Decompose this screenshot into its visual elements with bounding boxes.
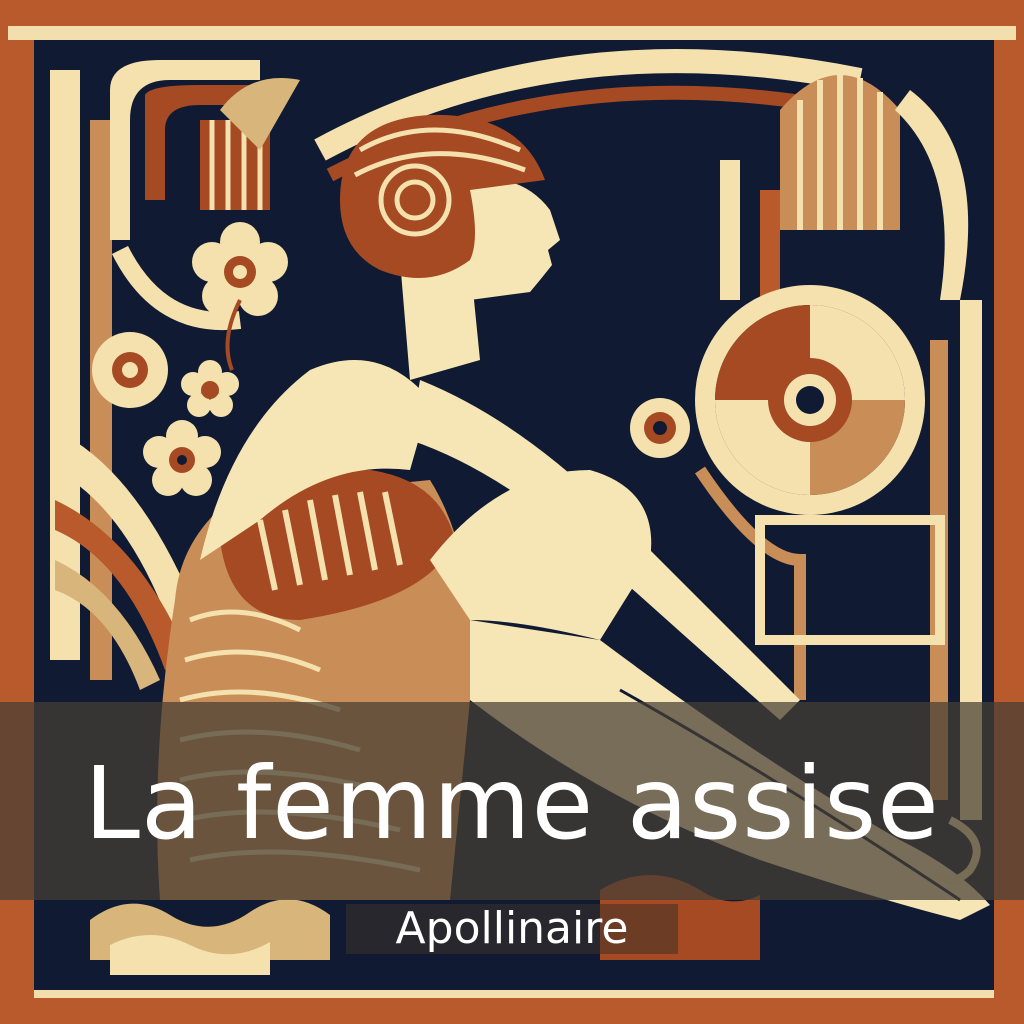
title-band: La femme assise (0, 702, 1024, 900)
author-name: Apollinaire (395, 903, 629, 954)
book-title: La femme assise (84, 745, 940, 862)
author-plate: Apollinaire (346, 904, 678, 954)
book-cover: La femme assise Apollinaire (0, 0, 1024, 1024)
